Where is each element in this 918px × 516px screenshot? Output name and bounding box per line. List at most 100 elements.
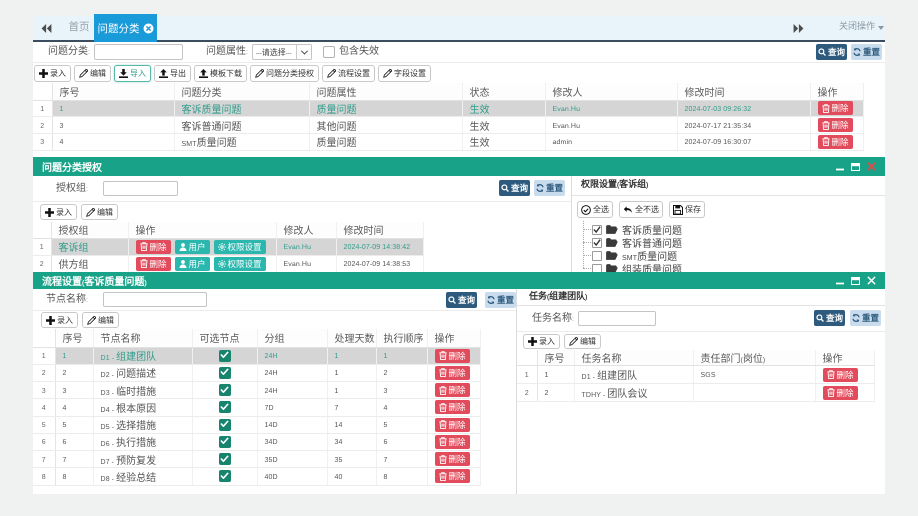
select-all-button[interactable]: 全选 (577, 201, 613, 218)
tab-home[interactable]: 首页 (64, 16, 94, 40)
delete-button[interactable]: 删除 (435, 349, 470, 363)
maximize-icon[interactable] (851, 163, 860, 171)
delete-button[interactable]: 删除 (435, 366, 470, 380)
tab-close-icon[interactable] (143, 23, 154, 34)
toolbar-category-auth-button[interactable]: 问题分类授权 (250, 65, 319, 82)
tree-checkbox[interactable] (592, 225, 602, 235)
toolbar-import-button[interactable]: 导入 (114, 65, 151, 82)
optional-node-checkbox[interactable] (219, 470, 231, 482)
delete-button[interactable]: 删除 (823, 368, 858, 382)
node-name-input[interactable] (103, 292, 207, 307)
auth-add-button[interactable]: 录入 (40, 204, 77, 220)
table-row[interactable]: 2 2 TDHY - 团队会议 删除 (517, 384, 874, 402)
minimize-icon[interactable] (836, 277, 844, 285)
table-row[interactable]: 5 5 D5 - 选择措施 14D 14 5 删除 (33, 416, 480, 433)
delete-button[interactable]: 删除 (435, 418, 470, 432)
tree-node[interactable]: 组装质量问题 (592, 262, 885, 272)
cell-optional (192, 382, 257, 399)
cell-modified-time: 2024-07-09 14:38:42 (336, 238, 423, 255)
task-edit-button[interactable]: 编辑 (564, 334, 601, 349)
task-reset-button[interactable]: 重置 (850, 310, 881, 326)
tree-checkbox[interactable] (592, 264, 602, 273)
tree-checkbox[interactable] (592, 238, 602, 248)
table-row[interactable]: 1 1 客诉质量问题 质量问题 生效 Evan.Hu 2024-07-03 09… (33, 100, 863, 117)
optional-node-checkbox[interactable] (219, 367, 231, 379)
minimize-icon[interactable] (836, 163, 844, 171)
optional-node-checkbox[interactable] (219, 436, 231, 448)
cell-optional (192, 433, 257, 450)
delete-button[interactable]: 删除 (136, 240, 171, 254)
delete-button[interactable]: 删除 (435, 383, 470, 397)
task-add-button[interactable]: 录入 (523, 334, 560, 349)
save-button[interactable]: 保存 (669, 201, 705, 218)
reset-button[interactable]: 重置 (851, 44, 882, 60)
flow-query-button[interactable]: 查询 (446, 292, 477, 308)
table-row[interactable]: 2 3 客诉普通问题 其他问题 生效 Evan.Hu 2024-07-17 21… (33, 117, 863, 134)
table-row[interactable]: 3 4 SMT质量问题 质量问题 生效 admin 2024-07-09 16:… (33, 133, 863, 150)
auth-query-button[interactable]: 查询 (499, 180, 530, 196)
category-input[interactable] (94, 44, 183, 60)
table-row[interactable]: 3 3 D3 - 临时措施 24H 1 3 删除 (33, 382, 480, 399)
close-icon[interactable] (867, 162, 876, 171)
table-row[interactable]: 2 2 D2 - 问题描述 24H 1 2 删除 (33, 364, 480, 381)
deselect-all-button[interactable]: 全不选 (619, 201, 663, 218)
table-row[interactable]: 1 1 D1 - 组建团队 24H 1 1 删除 (33, 347, 480, 364)
perm-button[interactable]: 权限设置 (214, 257, 266, 271)
toolbar-flow-setting-button[interactable]: 流程设置 (322, 65, 375, 82)
scroll-tabs-right-icon[interactable] (793, 24, 804, 33)
user-button[interactable]: 用户 (175, 240, 210, 254)
task-query-button[interactable]: 查询 (814, 310, 845, 326)
button-label: 用户 (189, 241, 206, 253)
flow-add-button[interactable]: 录入 (41, 312, 78, 328)
cell-node-name: D1 - 组建团队 (93, 347, 192, 364)
attribute-select[interactable]: ---请选择--- (252, 44, 312, 60)
optional-node-checkbox[interactable] (219, 419, 231, 431)
maximize-icon[interactable] (851, 277, 860, 285)
delete-button[interactable]: 删除 (435, 452, 470, 466)
scroll-tabs-left-icon[interactable] (41, 24, 52, 33)
delete-button[interactable]: 删除 (435, 469, 470, 483)
cell-actions: 删除 (810, 100, 863, 117)
optional-node-checkbox[interactable] (219, 401, 231, 413)
toolbar-field-setting-button[interactable]: 字段设置 (378, 65, 431, 82)
table-row[interactable]: 1 客诉组 删除用户权限设置 Evan.Hu 2024-07-09 14:38:… (33, 238, 423, 255)
table-row[interactable]: 1 1 D1 - 组建团队 SGS 删除 (517, 366, 874, 384)
delete-button[interactable]: 删除 (818, 135, 853, 149)
table-row[interactable]: 7 7 D7 - 预防复发 35D 35 7 删除 (33, 451, 480, 468)
tab-problem-category[interactable]: 问题分类 (94, 14, 157, 42)
query-button[interactable]: 查询 (816, 44, 847, 60)
delete-button[interactable]: 删除 (136, 257, 171, 271)
trash-icon (439, 420, 447, 429)
column-header: 责任部门(岗位) (693, 350, 815, 366)
auth-reset-button[interactable]: 重置 (534, 180, 565, 196)
auth-dialog-titlebar[interactable]: 问题分类授权 (33, 157, 885, 176)
tree-checkbox[interactable] (592, 251, 602, 261)
table-row[interactable]: 2 供方组 删除用户权限设置 Evan.Hu 2024-07-09 14:38:… (33, 255, 423, 272)
close-icon[interactable] (867, 276, 876, 285)
auth-edit-button[interactable]: 编辑 (81, 204, 118, 220)
close-operations-dropdown[interactable]: 关闭操作 (839, 16, 884, 40)
delete-button[interactable]: 删除 (435, 435, 470, 449)
table-row[interactable]: 6 6 D6 - 执行措施 34D 34 6 删除 (33, 433, 480, 450)
delete-button[interactable]: 删除 (435, 400, 470, 414)
optional-node-checkbox[interactable] (219, 453, 231, 465)
task-name-input[interactable] (578, 311, 656, 326)
table-row[interactable]: 4 4 D4 - 根本原因 7D 7 4 删除 (33, 399, 480, 416)
flow-reset-button[interactable]: 重置 (485, 292, 516, 308)
user-button[interactable]: 用户 (175, 257, 210, 271)
delete-button[interactable]: 删除 (818, 101, 853, 115)
flow-edit-button[interactable]: 编辑 (82, 312, 119, 328)
toolbar-edit-button[interactable]: 编辑 (74, 65, 111, 82)
include-invalid-checkbox[interactable] (323, 46, 335, 58)
toolbar-add-button[interactable]: 录入 (34, 65, 71, 82)
toolbar-export-button[interactable]: 导出 (154, 65, 191, 82)
auth-group-input[interactable] (103, 181, 178, 196)
toolbar-template-download-button[interactable]: 模板下载 (194, 65, 247, 82)
optional-node-checkbox[interactable] (219, 384, 231, 396)
perm-button[interactable]: 权限设置 (214, 240, 266, 254)
flow-dialog-titlebar[interactable]: 流程设置(客诉质量问题) (33, 272, 885, 289)
optional-node-checkbox[interactable] (219, 350, 231, 362)
delete-button[interactable]: 删除 (823, 386, 858, 400)
delete-button[interactable]: 删除 (818, 118, 853, 132)
table-row[interactable]: 8 8 D8 - 经验总结 40D 40 8 删除 (33, 468, 480, 485)
